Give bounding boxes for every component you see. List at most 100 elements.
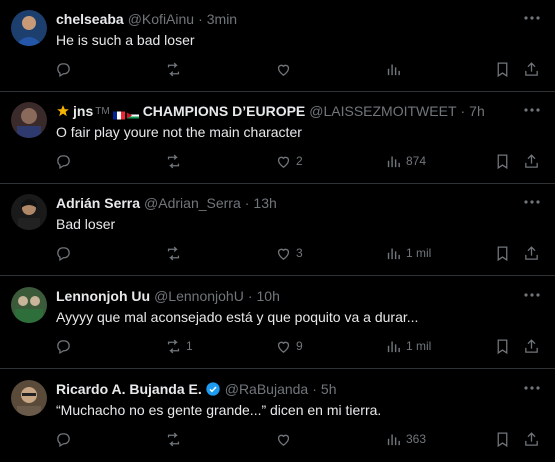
bookmark-button[interactable]: [494, 428, 511, 450]
views-button[interactable]: 363: [385, 428, 426, 450]
tweet-time[interactable]: 3min: [207, 11, 237, 27]
retweet-icon: [167, 246, 180, 260]
like-button[interactable]: [275, 58, 296, 80]
more-icon[interactable]: [523, 193, 541, 211]
tweet-time[interactable]: 7h: [469, 103, 485, 119]
avatar[interactable]: [11, 287, 47, 323]
tweet-text: “Muchacho no es gente grande...” dicen e…: [56, 402, 382, 418]
views-icon: [387, 434, 400, 445]
tweet-item[interactable]: Ricardo A. Bujanda E. @RaBujanda · 5h “M…: [0, 370, 555, 462]
like-icon: [277, 434, 290, 446]
more-icon[interactable]: [523, 286, 541, 304]
tweet-text: Bad loser: [56, 216, 116, 232]
more-icon[interactable]: [523, 9, 541, 27]
share-icon: [525, 61, 538, 76]
author-handle[interactable]: @RaBujanda: [225, 381, 309, 397]
avatar[interactable]: [11, 194, 47, 230]
share-button[interactable]: [523, 428, 540, 450]
retweet-button[interactable]: [165, 150, 186, 172]
reply-button[interactable]: [55, 150, 76, 172]
views-count: 1 mil: [406, 339, 432, 353]
author-name[interactable]: Ricardo A. Bujanda E.: [56, 381, 202, 397]
bookmark-button[interactable]: [494, 242, 511, 264]
avatar[interactable]: [11, 102, 47, 138]
retweet-icon: [167, 339, 180, 353]
views-button[interactable]: 1 mil: [385, 242, 431, 264]
bookmark-icon: [497, 153, 508, 169]
avatar[interactable]: [11, 380, 47, 416]
tweet-time[interactable]: 13h: [253, 195, 276, 211]
bookmark-icon: [497, 431, 508, 447]
author-handle[interactable]: @LennonjohU: [154, 288, 244, 304]
author-handle[interactable]: @KofiAinu: [128, 11, 194, 27]
retweet-button[interactable]: [165, 242, 186, 264]
retweet-button[interactable]: 1: [165, 335, 193, 357]
avatar[interactable]: [11, 10, 47, 46]
action-bar: 363: [0, 428, 555, 450]
views-icon: [387, 341, 400, 352]
author-handle[interactable]: @Adrian_Serra: [144, 195, 241, 211]
more-icon[interactable]: [523, 379, 541, 397]
reply-button[interactable]: [55, 335, 76, 357]
retweet-icon: [167, 62, 180, 76]
share-icon: [525, 431, 538, 446]
separator-dot: ·: [247, 288, 253, 304]
separator-dot: ·: [244, 195, 250, 211]
tm-badge: TM: [95, 105, 110, 117]
like-button[interactable]: 3: [275, 242, 303, 264]
bookmark-button[interactable]: [494, 58, 511, 80]
tweet-text: He is such a bad loser: [56, 32, 195, 48]
tweet-item[interactable]: Lennonjoh Uu @LennonjohU · 10h Ayyyy que…: [0, 277, 555, 369]
retweet-icon: [167, 432, 180, 446]
action-bar: [0, 58, 555, 80]
like-count: 2: [296, 154, 303, 168]
author-handle[interactable]: @LAISSEZMOITWEET: [309, 103, 456, 119]
retweet-button[interactable]: [165, 428, 186, 450]
tweet-time[interactable]: 10h: [257, 288, 280, 304]
retweet-button[interactable]: [165, 58, 186, 80]
views-count: 1 mil: [406, 246, 432, 260]
views-icon: [387, 156, 400, 167]
share-icon: [525, 338, 538, 353]
action-bar: 2 874: [0, 150, 555, 172]
reply-button[interactable]: [55, 242, 76, 264]
reply-icon: [57, 246, 70, 261]
author-name[interactable]: chelseaba: [56, 11, 124, 27]
reply-button[interactable]: [55, 58, 76, 80]
author-name[interactable]: Lennonjoh Uu: [56, 288, 150, 304]
reply-button[interactable]: [55, 428, 76, 450]
views-button[interactable]: 874: [385, 150, 426, 172]
share-button[interactable]: [523, 150, 540, 172]
retweet-icon: [167, 154, 180, 168]
views-button[interactable]: [385, 58, 406, 80]
like-button[interactable]: [275, 428, 296, 450]
like-button[interactable]: 2: [275, 150, 303, 172]
separator-dot: ·: [460, 103, 466, 119]
views-button[interactable]: 1 mil: [385, 335, 431, 357]
views-icon: [387, 64, 400, 75]
like-icon: [277, 156, 290, 168]
share-button[interactable]: [523, 58, 540, 80]
like-icon: [277, 64, 290, 76]
reply-icon: [57, 154, 70, 169]
bookmark-button[interactable]: [494, 335, 511, 357]
author-name-prefix[interactable]: jns: [73, 103, 93, 119]
action-bar: 1 9 1 mil: [0, 335, 555, 357]
tweet-item[interactable]: jns TM CHAMPIONS D’EUROPE @LAISSEZMOITWE…: [0, 92, 555, 184]
tweet-item[interactable]: Adrián Serra @Adrian_Serra · 13h Bad los…: [0, 184, 555, 276]
tweet-time[interactable]: 5h: [321, 381, 337, 397]
more-icon[interactable]: [523, 101, 541, 119]
share-button[interactable]: [523, 242, 540, 264]
bookmark-button[interactable]: [494, 150, 511, 172]
tweet-header: chelseaba @KofiAinu · 3min: [56, 9, 515, 29]
share-button[interactable]: [523, 335, 540, 357]
author-name[interactable]: Adrián Serra: [56, 195, 140, 211]
share-icon: [525, 153, 538, 168]
share-icon: [525, 245, 538, 260]
views-count: 363: [406, 432, 427, 446]
author-name[interactable]: CHAMPIONS D’EUROPE: [143, 103, 306, 119]
tweet-text: Ayyyy que mal aconsejado está y que poqu…: [56, 309, 419, 325]
like-button[interactable]: 9: [275, 335, 303, 357]
like-count: 9: [296, 339, 303, 353]
tweet-item[interactable]: chelseaba @KofiAinu · 3min He is such a …: [0, 0, 555, 92]
